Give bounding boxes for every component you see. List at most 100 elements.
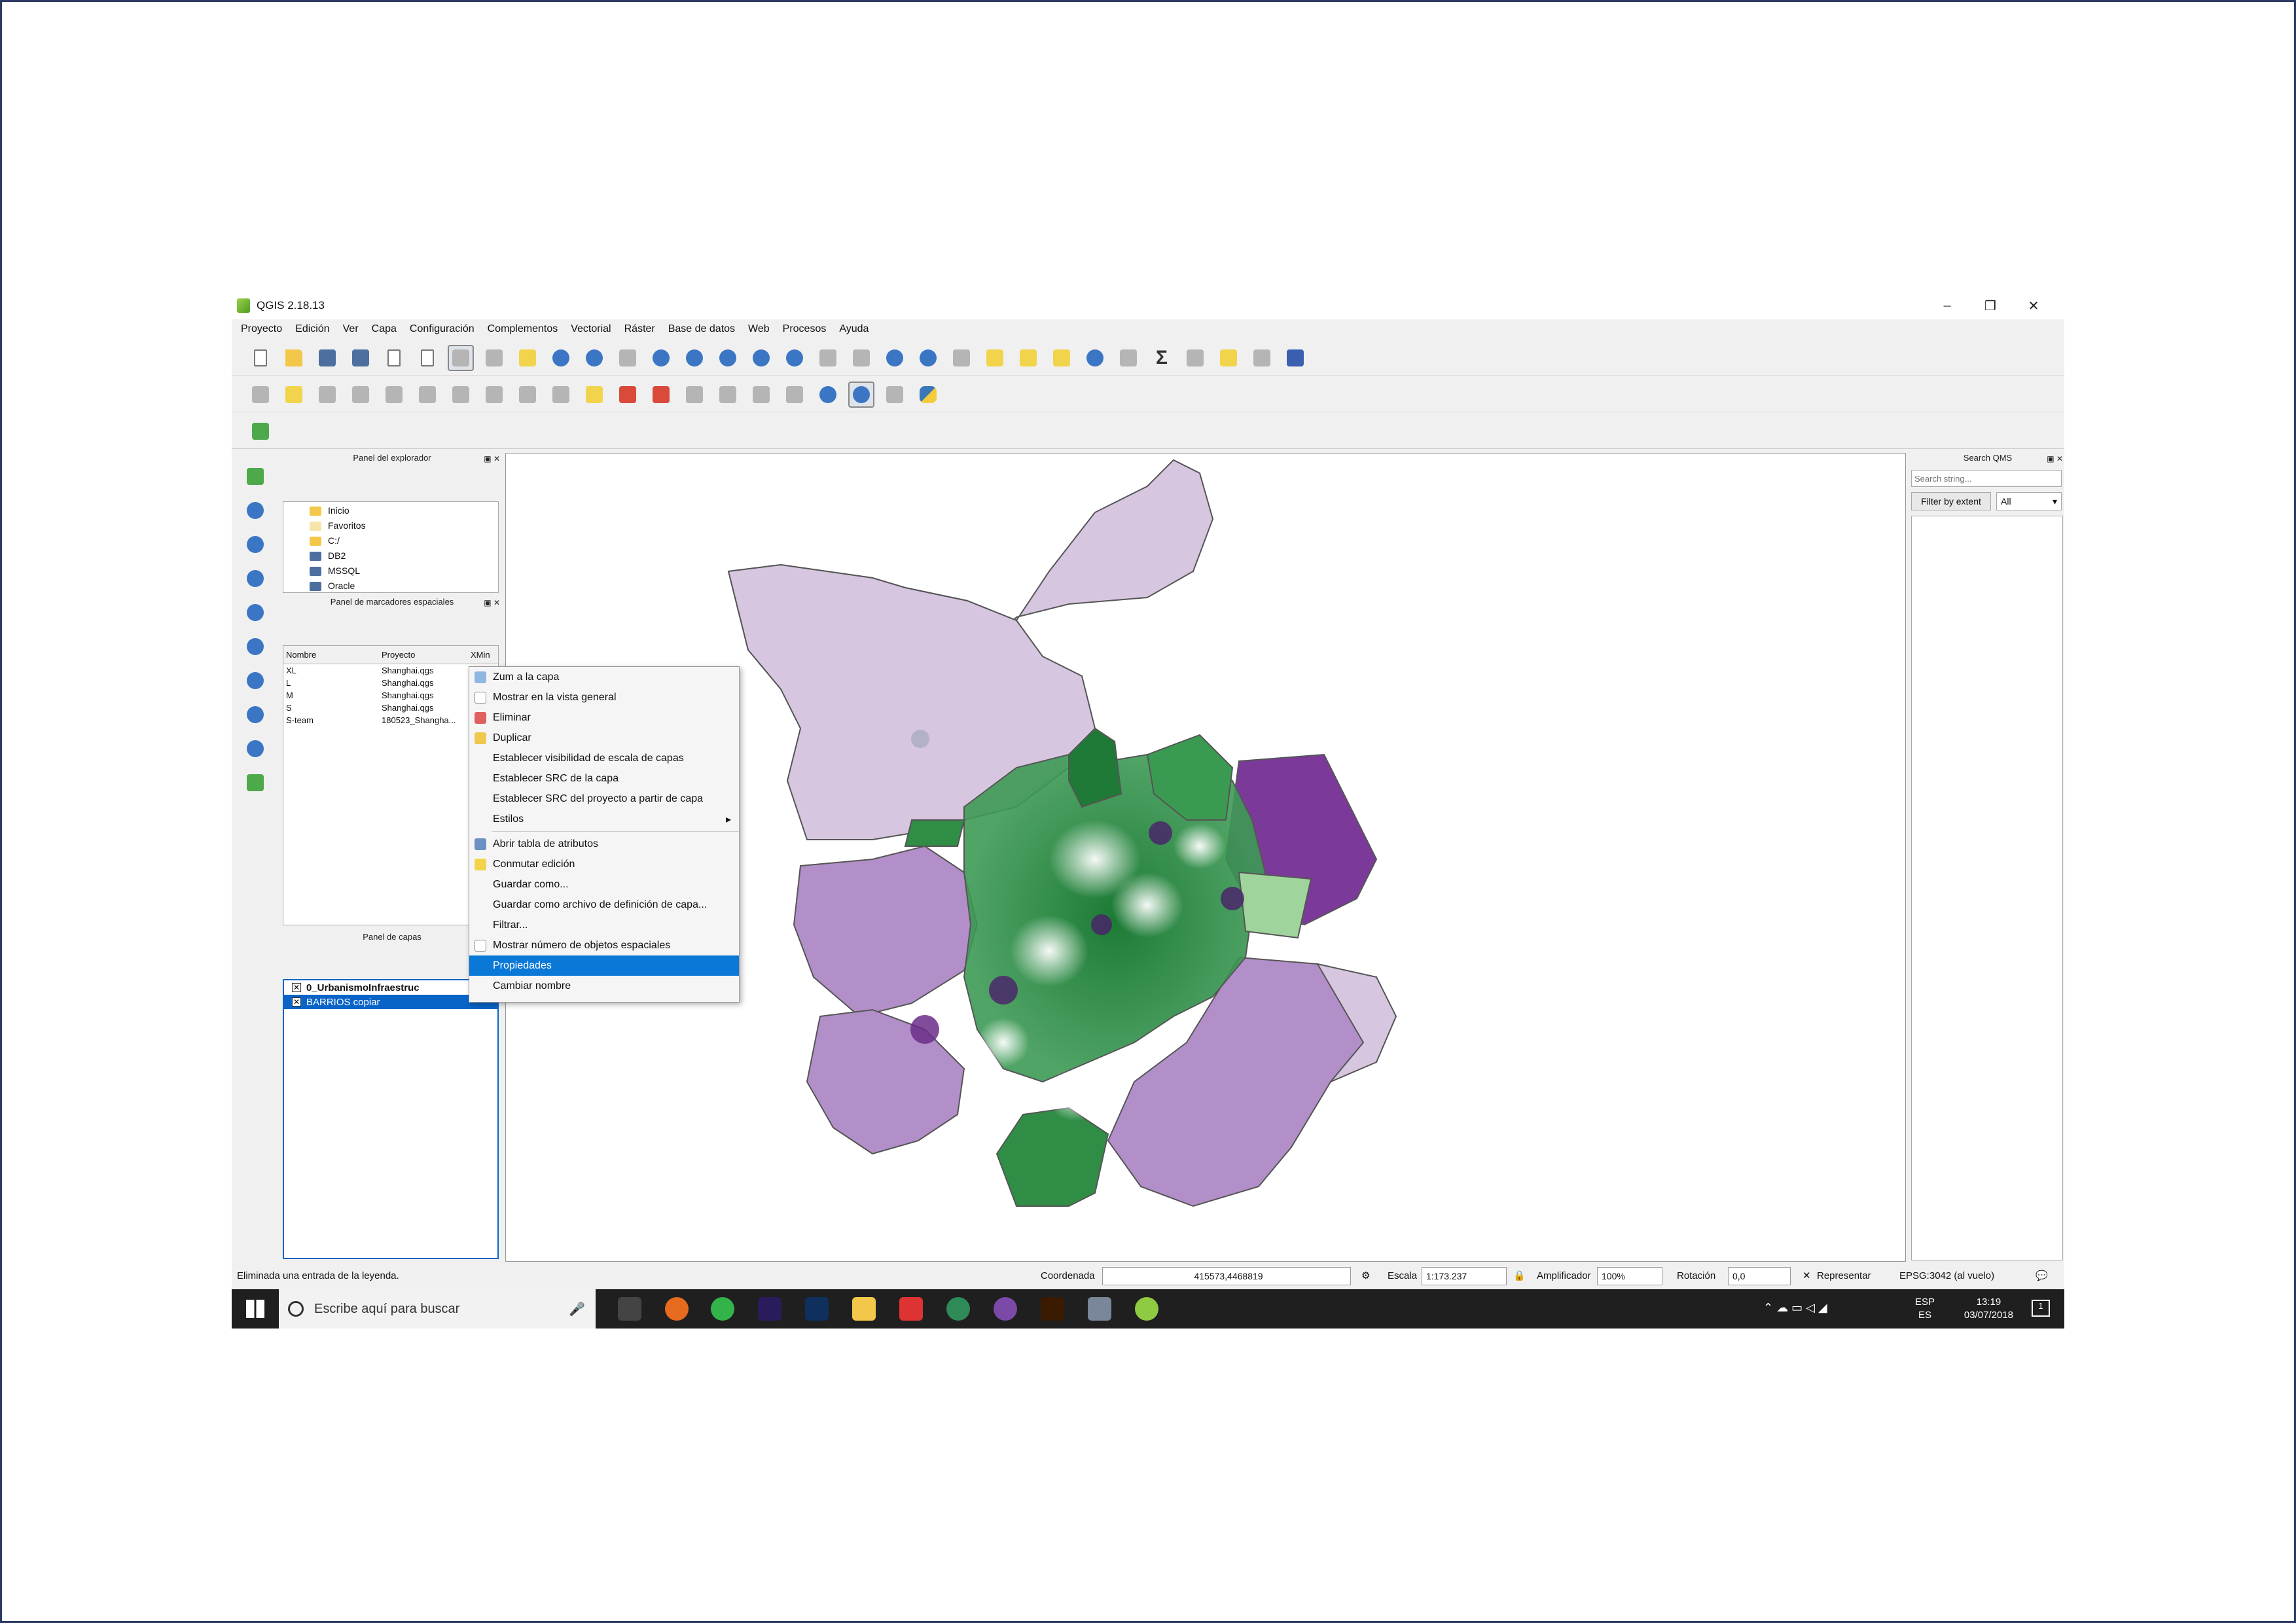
save-as-icon[interactable] xyxy=(348,345,374,371)
layer-visibility-checkbox[interactable]: ✕ xyxy=(292,983,301,992)
notifications-icon[interactable]: 1 xyxy=(2032,1300,2050,1317)
zoom-selection-icon[interactable] xyxy=(681,345,708,371)
filter-by-extent-button[interactable]: Filter by extent xyxy=(1911,492,1991,510)
rotate-label-icon[interactable] xyxy=(748,382,774,408)
add-raster-layer-icon[interactable] xyxy=(242,497,268,524)
after-effects-icon[interactable] xyxy=(758,1297,781,1321)
menu-item-duplicate[interactable]: Duplicar xyxy=(469,728,739,748)
show-hide-labels-icon[interactable] xyxy=(681,382,708,408)
menu-item-set-project-crs[interactable]: Establecer SRC del proyecto a partir de … xyxy=(469,789,739,809)
column-header[interactable]: Proyecto xyxy=(379,650,471,660)
move-feature-icon[interactable] xyxy=(414,382,440,408)
photoshop-icon[interactable] xyxy=(805,1297,829,1321)
save-project-icon[interactable] xyxy=(314,345,340,371)
add-vector-layer-icon[interactable] xyxy=(242,463,268,490)
measure-icon[interactable] xyxy=(1182,345,1208,371)
table-row[interactable]: M Shanghai.qgs xyxy=(283,689,498,702)
layer-item[interactable]: ✕ 0_UrbanismoInfraestruc xyxy=(284,980,497,995)
crs-button[interactable]: EPSG:3042 (al vuelo) xyxy=(1899,1270,1994,1281)
menu-configuracion[interactable]: Configuración xyxy=(410,323,475,335)
toggle-editing-icon[interactable] xyxy=(281,382,307,408)
add-wfs-icon[interactable] xyxy=(848,381,874,408)
python-console-icon[interactable] xyxy=(915,382,941,408)
menu-ver[interactable]: Ver xyxy=(343,323,359,335)
action-icon[interactable] xyxy=(948,345,975,371)
zoom-full-icon[interactable] xyxy=(648,345,674,371)
zoom-out-icon[interactable] xyxy=(581,345,607,371)
add-delimited-text-icon[interactable] xyxy=(242,702,268,728)
delete-selected-icon[interactable] xyxy=(448,382,474,408)
add-wms-icon[interactable] xyxy=(815,382,841,408)
menu-item-toggle-editing[interactable]: Conmutar edición xyxy=(469,854,739,874)
render-checkbox[interactable]: ✕ xyxy=(1803,1270,1811,1281)
show-bookmarks-icon[interactable] xyxy=(848,345,874,371)
app-grey-icon[interactable] xyxy=(1088,1297,1111,1321)
app-purple-icon[interactable] xyxy=(994,1297,1017,1321)
tree-item[interactable]: C:/ xyxy=(310,533,498,548)
add-spatialite-layer-icon[interactable] xyxy=(242,565,268,592)
paste-icon[interactable] xyxy=(548,382,574,408)
qgis-taskbar-icon[interactable] xyxy=(1135,1297,1158,1321)
node-tool-icon[interactable] xyxy=(381,382,407,408)
menu-capa[interactable]: Capa xyxy=(372,323,397,335)
add-wfs-layer-icon[interactable] xyxy=(242,668,268,694)
pdf-reader-icon[interactable] xyxy=(899,1297,923,1321)
new-layer-icon[interactable] xyxy=(242,770,268,796)
add-postgis-layer-icon[interactable] xyxy=(242,531,268,558)
close-button[interactable]: ✕ xyxy=(2012,292,2055,319)
save-edits-icon[interactable] xyxy=(314,382,340,408)
menu-procesos[interactable]: Procesos xyxy=(783,323,827,335)
add-wcs-layer-icon[interactable] xyxy=(242,633,268,660)
plugin-icon[interactable] xyxy=(247,418,274,444)
current-edits-icon[interactable] xyxy=(247,382,274,408)
tree-item[interactable]: DB2 xyxy=(310,548,498,563)
pan-to-selection-icon[interactable] xyxy=(514,345,541,371)
refresh-icon[interactable] xyxy=(882,345,908,371)
zoom-in-icon[interactable] xyxy=(548,345,574,371)
help-icon[interactable] xyxy=(1282,345,1308,371)
column-header[interactable]: XMin xyxy=(471,650,490,660)
text-annotation-icon[interactable] xyxy=(1249,345,1275,371)
menu-vectorial[interactable]: Vectorial xyxy=(571,323,611,335)
clock[interactable]: 13:19 03/07/2018 xyxy=(1964,1296,2013,1322)
panel-close-icon[interactable]: ▣ ✕ xyxy=(2047,454,2063,463)
menu-item-delete[interactable]: Eliminar xyxy=(469,707,739,728)
add-virtual-layer-icon[interactable] xyxy=(242,736,268,762)
panel-close-icon[interactable]: ▣ ✕ xyxy=(484,454,500,463)
coordinate-field[interactable]: 415573,4468819 xyxy=(1102,1267,1351,1285)
menu-item-properties[interactable]: Propiedades xyxy=(469,955,739,976)
menu-item-filter[interactable]: Filtrar... xyxy=(469,915,739,935)
illustrator-icon[interactable] xyxy=(1041,1297,1064,1321)
label-icon[interactable] xyxy=(581,382,607,408)
menu-item-styles[interactable]: Estilos ▸ xyxy=(469,809,739,829)
scale-field[interactable]: 1:173.237 xyxy=(1422,1267,1507,1285)
minimize-button[interactable]: – xyxy=(1926,292,1969,319)
menu-item-zoom-layer[interactable]: Zum a la capa xyxy=(469,667,739,687)
panel-close-icon[interactable]: ▣ ✕ xyxy=(484,598,500,607)
layer-visibility-checkbox[interactable]: ✕ xyxy=(292,997,301,1007)
copy-icon[interactable] xyxy=(514,382,541,408)
crs-toggle-icon[interactable]: ⚙ xyxy=(1361,1270,1370,1281)
windows-start-icon[interactable] xyxy=(246,1300,264,1318)
system-tray-icons[interactable]: ⌃ ☁ ▭ ◁ ◢ xyxy=(1763,1301,1827,1315)
menu-item-save-definition[interactable]: Guardar como archivo de definición de ca… xyxy=(469,895,739,915)
filter-select[interactable]: All ▾ xyxy=(1996,492,2062,510)
statistics-sigma-icon[interactable]: Σ xyxy=(1149,345,1175,371)
menu-item-scale-visibility[interactable]: Establecer visibilidad de escala de capa… xyxy=(469,748,739,768)
microphone-icon[interactable]: 🎤 xyxy=(569,1301,585,1317)
firefox-icon[interactable] xyxy=(665,1297,689,1321)
zoom-native-icon[interactable] xyxy=(615,345,641,371)
tree-item[interactable]: Oracle xyxy=(310,579,498,594)
pin-labels-icon[interactable] xyxy=(648,382,674,408)
menu-complementos[interactable]: Complementos xyxy=(488,323,558,335)
new-bookmark-icon[interactable] xyxy=(815,345,841,371)
diagram-icon[interactable] xyxy=(615,382,641,408)
magnifier-field[interactable]: 100% xyxy=(1597,1267,1662,1285)
qms-search-input[interactable] xyxy=(1911,470,2062,487)
language-indicator[interactable]: ESP ES xyxy=(1915,1296,1935,1322)
column-header[interactable]: Nombre xyxy=(283,650,379,660)
zoom-last-icon[interactable] xyxy=(748,345,774,371)
menu-item-save-as[interactable]: Guardar como... xyxy=(469,874,739,895)
menu-proyecto[interactable]: Proyecto xyxy=(241,323,282,335)
file-explorer-icon[interactable] xyxy=(852,1297,876,1321)
